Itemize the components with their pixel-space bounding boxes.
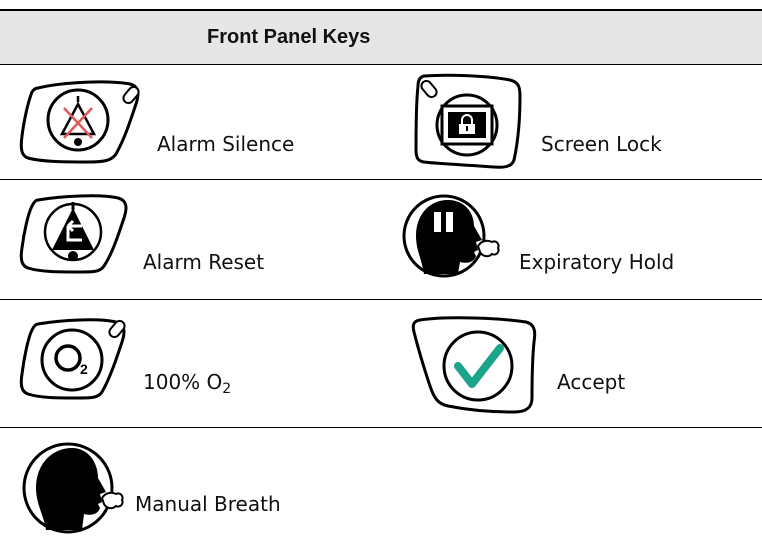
key-label-alarm-reset: Alarm Reset: [143, 250, 265, 274]
svg-text:2: 2: [80, 361, 88, 377]
table-header: Front Panel Keys: [0, 11, 762, 65]
key-label-screen-lock: Screen Lock: [541, 132, 662, 156]
alarm-reset-icon: [19, 194, 128, 274]
key-label-oxygen-main: 100% O: [143, 370, 223, 394]
key-label-alarm-silence: Alarm Silence: [157, 132, 295, 156]
key-label-accept: Accept: [557, 370, 626, 394]
key-label-oxygen-sub: 2: [222, 381, 232, 397]
oxygen-icon: 2: [19, 318, 126, 400]
manual-breath-icon: [22, 442, 124, 534]
table-title: Front Panel Keys: [207, 26, 371, 48]
accept-check-icon: [411, 316, 537, 414]
key-label-expiratory-hold: Expiratory Hold: [519, 250, 675, 274]
key-label-manual-breath: Manual Breath: [135, 492, 281, 516]
alarm-silence-icon: [19, 80, 140, 164]
key-label-oxygen: 100% O2: [143, 370, 231, 397]
expiratory-hold-icon: [402, 194, 500, 278]
screen-lock-icon: [414, 73, 522, 169]
